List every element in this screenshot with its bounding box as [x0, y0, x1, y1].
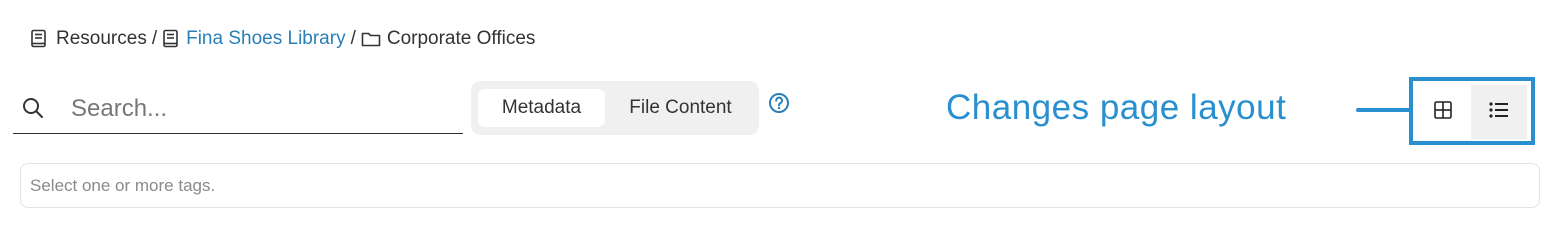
search-mode-toggle: Metadata File Content [471, 81, 759, 135]
breadcrumb-separator: / [151, 28, 158, 49]
search-input[interactable] [71, 93, 451, 125]
book-icon [162, 29, 180, 49]
breadcrumb-item-resources[interactable]: Resources [56, 28, 147, 50]
question-circle-icon[interactable] [768, 92, 790, 119]
book-icon [30, 29, 48, 49]
list-view-icon [1488, 100, 1510, 125]
folder-icon [361, 30, 381, 48]
breadcrumb-separator: / [350, 28, 356, 49]
annotation-arrow [1356, 108, 1412, 112]
search-icon [21, 96, 45, 125]
breadcrumb: Resources / Fina Shoes Library / Corpora… [30, 27, 535, 51]
search-mode-metadata[interactable]: Metadata [478, 89, 605, 127]
grid-view-icon [1433, 100, 1453, 125]
tags-select[interactable] [20, 163, 1540, 208]
breadcrumb-item-corporate-offices: Corporate Offices [386, 28, 536, 49]
list-view-button[interactable] [1471, 85, 1527, 139]
annotation-label: Changes page layout [946, 88, 1287, 127]
search-bar [13, 85, 463, 134]
grid-view-button[interactable] [1415, 85, 1471, 139]
search-mode-file-content[interactable]: File Content [608, 89, 753, 127]
tags-input[interactable] [30, 174, 1510, 198]
breadcrumb-item-fina-shoes-library[interactable]: Fina Shoes Library [186, 28, 345, 50]
